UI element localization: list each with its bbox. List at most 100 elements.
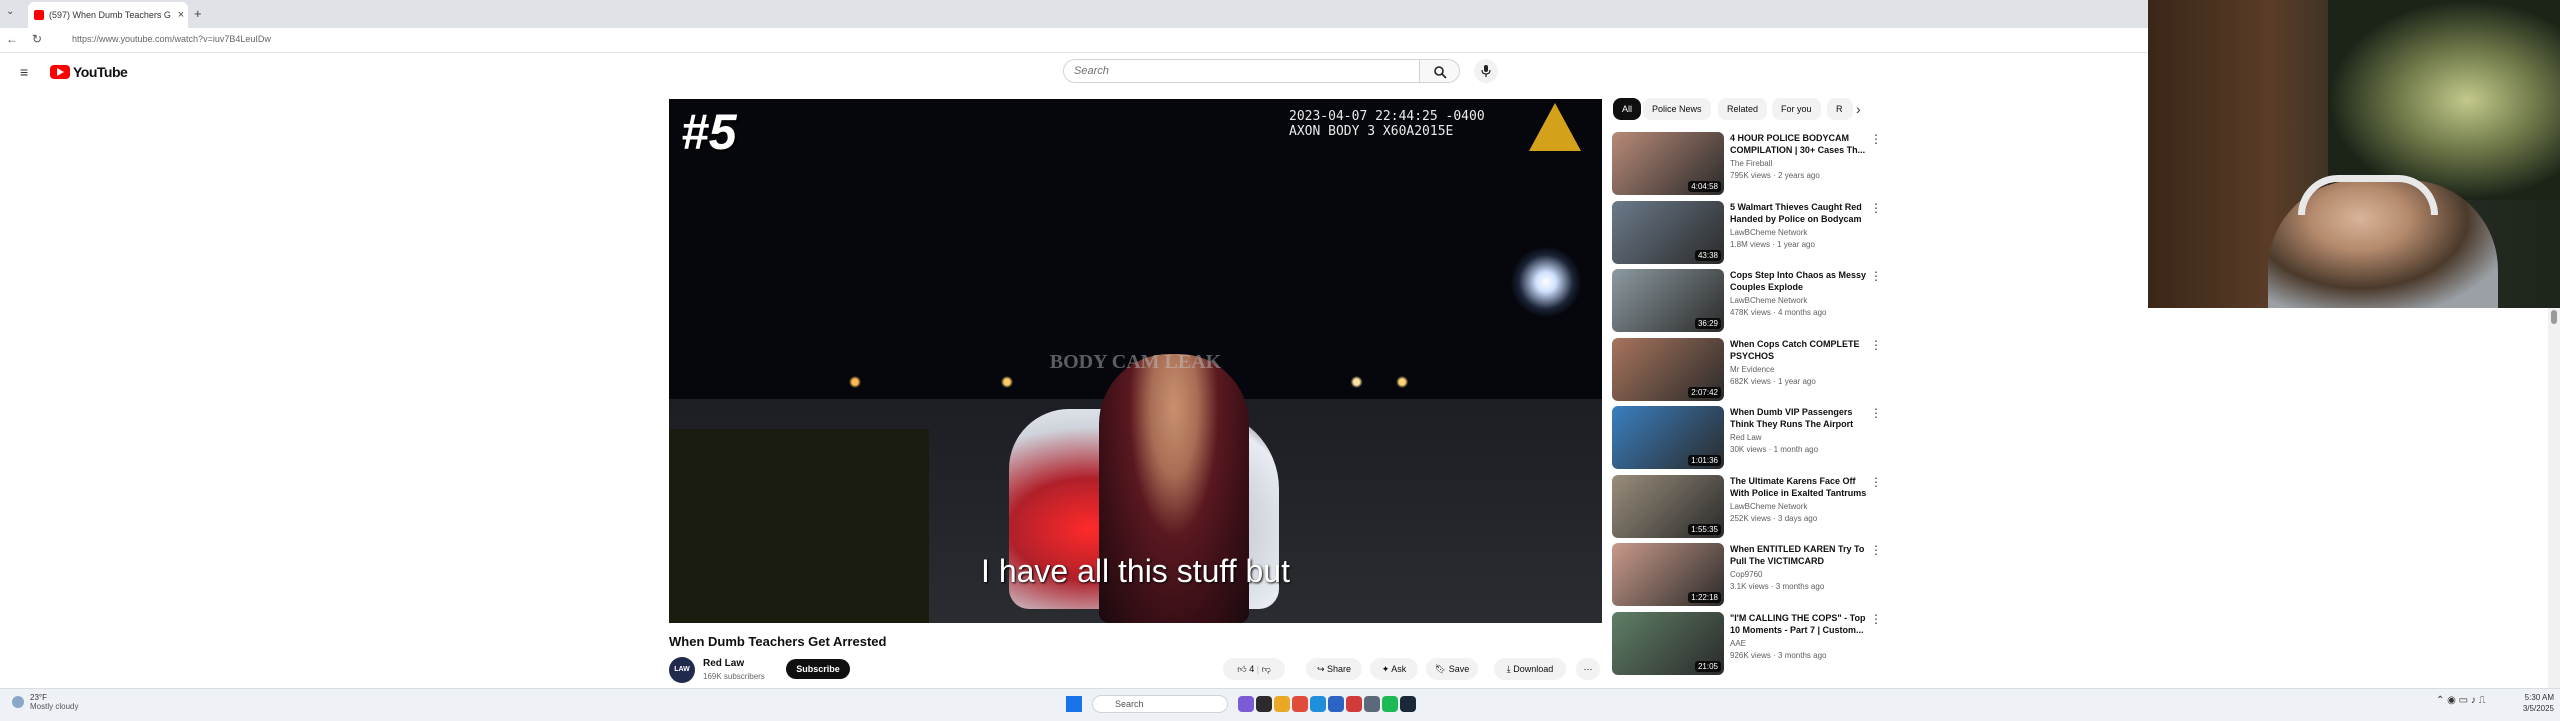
recommendation-title[interactable]: 4 HOUR POLICE BODYCAM COMPILATION | 30+ … bbox=[1730, 132, 1870, 156]
steam-icon[interactable] bbox=[1400, 696, 1416, 712]
recommendation-item[interactable]: 1:55:35 The Ultimate Karens Face Off With… bbox=[1612, 475, 1882, 539]
page-scrollbar[interactable] bbox=[2548, 308, 2560, 688]
like-dislike-group[interactable]: 👍︎ 4 | 👎︎ bbox=[1223, 658, 1285, 680]
taskbar-clock[interactable]: 5:30 AM 3/5/2025 bbox=[2504, 692, 2554, 714]
recommendation-title[interactable]: "I'M CALLING THE COPS" - Top 10 Moments … bbox=[1730, 612, 1870, 636]
chevron-right-icon[interactable]: › bbox=[1856, 101, 1861, 117]
recommendation-item[interactable]: 4:04:58 4 HOUR POLICE BODYCAM COMPILATION… bbox=[1612, 132, 1882, 196]
browser-tab-bar bbox=[0, 0, 2148, 28]
recommendation-channel[interactable]: Cop9760 bbox=[1730, 570, 1762, 579]
recommendation-thumbnail[interactable]: 21:05 bbox=[1612, 612, 1724, 675]
recommendation-channel[interactable]: LawBCheme Network bbox=[1730, 296, 1807, 305]
search-button[interactable] bbox=[1420, 59, 1460, 83]
back-arrow-icon[interactable]: ← bbox=[6, 32, 18, 46]
url-text[interactable]: https://www.youtube.com/watch?v=iuv7B4Le… bbox=[72, 34, 271, 44]
clock-time: 5:30 AM bbox=[2524, 693, 2554, 702]
recommendation-title[interactable]: Cops Step Into Chaos as Messy Couples Ex… bbox=[1730, 269, 1870, 293]
recommendation-thumbnail[interactable]: 2:07:42 bbox=[1612, 338, 1724, 401]
recommendation-thumbnail[interactable]: 4:04:58 bbox=[1612, 132, 1724, 195]
taskbar-search-input[interactable]: Search bbox=[1092, 695, 1228, 713]
app-icon[interactable] bbox=[1292, 696, 1308, 712]
thumbs-down-icon[interactable]: 👎︎ bbox=[1262, 664, 1271, 674]
recommendation-channel[interactable]: LawBCheme Network bbox=[1730, 228, 1807, 237]
recommendation-title[interactable]: When ENTITLED KAREN Try To Pull The VICT… bbox=[1730, 543, 1870, 567]
recommendation-item[interactable]: 1:22:18 When ENTITLED KAREN Try To Pull T… bbox=[1612, 543, 1882, 607]
more-options-icon[interactable]: ⋮ bbox=[1870, 543, 1882, 557]
recommendation-title[interactable]: When Cops Catch COMPLETE PSYCHOS bbox=[1730, 338, 1870, 362]
like-count: 4 bbox=[1249, 664, 1255, 674]
chip-police-news[interactable]: Police News bbox=[1643, 98, 1711, 120]
chip-all[interactable]: All bbox=[1613, 98, 1642, 120]
weather-temp: 23°F bbox=[30, 693, 47, 702]
chip-truncated[interactable]: R bbox=[1827, 98, 1853, 120]
chip-for-you[interactable]: For you bbox=[1772, 98, 1821, 120]
recommendation-channel[interactable]: The Fireball bbox=[1730, 159, 1772, 168]
subscribe-button[interactable]: Subscribe bbox=[786, 659, 850, 679]
address-bar bbox=[0, 28, 2148, 53]
save-button[interactable]: 🔖︎ Save bbox=[1426, 658, 1478, 680]
thumbs-up-icon[interactable]: 👍︎ bbox=[1237, 664, 1246, 674]
video-player[interactable]: #5 2023-04-07 22:44:25 -0400 AXON BODY 3… bbox=[669, 99, 1602, 623]
recommendation-title[interactable]: The Ultimate Karens Face Off With Police… bbox=[1730, 475, 1870, 499]
recommendation-channel[interactable]: Red Law bbox=[1730, 433, 1762, 442]
recommendation-channel[interactable]: AAE bbox=[1730, 639, 1746, 648]
duration-badge: 1:55:35 bbox=[1688, 524, 1721, 535]
more-options-icon[interactable]: ⋮ bbox=[1870, 475, 1882, 489]
tab-menu-icon[interactable]: ⌄ bbox=[6, 6, 14, 17]
more-actions-icon[interactable]: ⋯ bbox=[1576, 658, 1600, 680]
recommendation-item[interactable]: 21:05 "I'M CALLING THE COPS" - Top 10 Mom… bbox=[1612, 612, 1882, 676]
recommendation-item[interactable]: 1:01:36 When Dumb VIP Passengers Think Th… bbox=[1612, 406, 1882, 470]
recommendation-title[interactable]: When Dumb VIP Passengers Think They Runs… bbox=[1730, 406, 1870, 430]
tab-close-icon[interactable]: × bbox=[174, 9, 188, 21]
more-options-icon[interactable]: ⋮ bbox=[1870, 612, 1882, 626]
chrome-icon[interactable] bbox=[1346, 696, 1362, 712]
recommendation-thumbnail[interactable]: 1:01:36 bbox=[1612, 406, 1724, 469]
channel-avatar[interactable]: LAW bbox=[669, 657, 695, 683]
recommendation-meta: 682K views · 1 year ago bbox=[1730, 377, 1816, 386]
more-options-icon[interactable]: ⋮ bbox=[1870, 132, 1882, 146]
spotify-icon[interactable] bbox=[1382, 696, 1398, 712]
duration-badge: 1:22:18 bbox=[1688, 592, 1721, 603]
youtube-play-icon bbox=[50, 65, 70, 79]
ask-button[interactable]: ✦ Ask bbox=[1370, 658, 1418, 680]
recommendation-thumbnail[interactable]: 36:29 bbox=[1612, 269, 1724, 332]
recommendation-thumbnail[interactable]: 1:22:18 bbox=[1612, 543, 1724, 606]
duration-badge: 1:01:36 bbox=[1688, 455, 1721, 466]
recommendation-thumbnail[interactable]: 43:38 bbox=[1612, 201, 1724, 264]
voice-search-button[interactable] bbox=[1474, 59, 1498, 83]
task-view-icon[interactable] bbox=[1256, 696, 1272, 712]
search-input[interactable]: Search bbox=[1063, 59, 1420, 83]
discord-icon[interactable] bbox=[1364, 696, 1380, 712]
recommendation-channel[interactable]: Mr Evidence bbox=[1730, 365, 1774, 374]
menu-hamburger-icon[interactable]: ≡ bbox=[20, 64, 28, 80]
more-options-icon[interactable]: ⋮ bbox=[1870, 269, 1882, 283]
windows-start-icon[interactable] bbox=[1066, 696, 1082, 712]
video-frame-grass bbox=[669, 429, 929, 623]
file-explorer-icon[interactable] bbox=[1274, 696, 1290, 712]
bookmark-icon: 🔖︎ bbox=[1434, 664, 1447, 674]
more-options-icon[interactable]: ⋮ bbox=[1870, 201, 1882, 215]
reload-icon[interactable]: ↻ bbox=[32, 32, 42, 46]
share-button[interactable]: ↪ Share bbox=[1306, 658, 1362, 680]
recommendation-item[interactable]: 36:29 Cops Step Into Chaos as Messy Coupl… bbox=[1612, 269, 1882, 333]
recommendation-item[interactable]: 43:38 5 Walmart Thieves Caught Red Handed… bbox=[1612, 201, 1882, 265]
weather-widget[interactable]: 23°F Mostly cloudy bbox=[12, 693, 78, 711]
copilot-icon[interactable] bbox=[1238, 696, 1254, 712]
more-options-icon[interactable]: ⋮ bbox=[1870, 338, 1882, 352]
recommendation-item[interactable]: 2:07:42 When Cops Catch COMPLETE PSYCHOS M… bbox=[1612, 338, 1882, 402]
scrollbar-thumb[interactable] bbox=[2551, 310, 2557, 324]
more-options-icon[interactable]: ⋮ bbox=[1870, 406, 1882, 420]
store-icon[interactable] bbox=[1328, 696, 1344, 712]
youtube-favicon-icon bbox=[34, 10, 44, 20]
download-button[interactable]: ⤓ Download bbox=[1494, 658, 1566, 680]
channel-name[interactable]: Red Law bbox=[703, 658, 744, 669]
recommendation-title[interactable]: 5 Walmart Thieves Caught Red Handed by P… bbox=[1730, 201, 1870, 225]
system-tray-icons[interactable]: ⌃ ◉ ▭ ♪ ⎍ bbox=[2436, 695, 2486, 706]
chip-related[interactable]: Related bbox=[1718, 98, 1768, 120]
edge-icon[interactable] bbox=[1310, 696, 1326, 712]
youtube-logo[interactable]: YouTube bbox=[50, 64, 128, 80]
new-tab-button[interactable]: + bbox=[194, 6, 202, 21]
recommendation-channel[interactable]: LawBCheme Network bbox=[1730, 502, 1807, 511]
recommendation-thumbnail[interactable]: 1:55:35 bbox=[1612, 475, 1724, 538]
browser-tab[interactable]: (597) When Dumb Teachers G × bbox=[28, 2, 188, 28]
